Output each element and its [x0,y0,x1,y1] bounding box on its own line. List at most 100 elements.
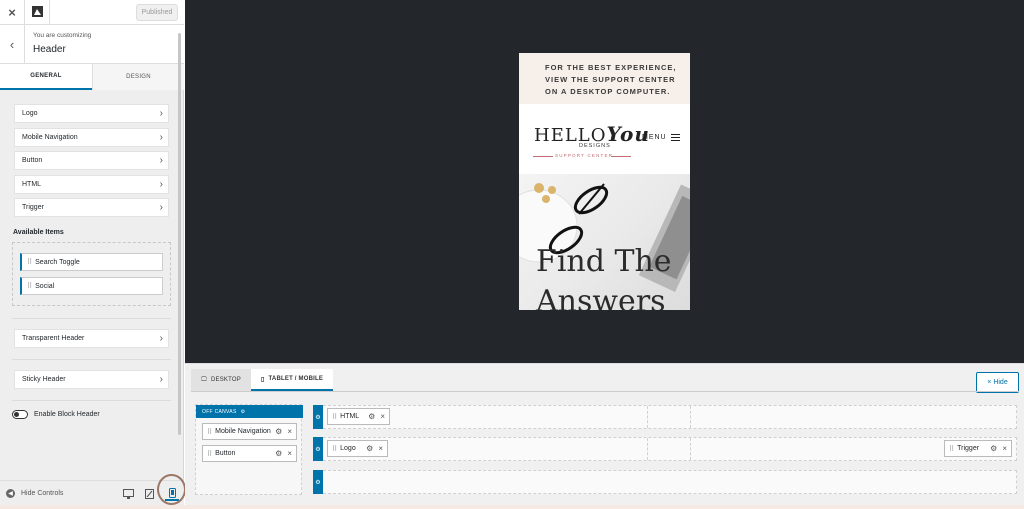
section-mobile-navigation[interactable]: Mobile Navigation › [14,128,169,147]
tab-label: DESKTOP [210,377,241,383]
off-canvas-header[interactable]: OFF CANVAS ⚙ [196,405,303,418]
publish-button[interactable]: Published [136,4,178,21]
divider [12,318,171,319]
section-transparent-header[interactable]: Transparent Header › [14,329,169,348]
collapse-icon: ◀ [6,489,15,498]
device-tablet-button[interactable] [142,487,156,501]
hero-heading-line: Answers [536,284,666,310]
section-html[interactable]: HTML › [14,175,169,194]
device-desktop-button[interactable] [121,487,135,501]
section-label: Trigger [22,204,44,211]
drag-handle-icon[interactable]: ⠿ [27,258,32,266]
column-separator [690,406,691,428]
desktop-notice-banner: FOR THE BEST EXPERIENCE, VIEW THE SUPPOR… [519,53,690,104]
chevron-right-icon: › [159,374,163,385]
hero-image: Find The Answers [519,174,690,310]
section-label: Mobile Navigation [22,134,78,141]
section-sticky-header[interactable]: Sticky Header › [14,370,169,389]
mobile-device-highlight [157,474,186,505]
hide-builder-button[interactable]: × Hide [976,372,1019,393]
remove-icon[interactable]: × [287,427,292,436]
off-canvas-label: OFF CANVAS [202,408,237,415]
toggle-label: Enable Block Header [34,411,100,418]
desktop-icon: 🖵 [201,376,207,383]
off-canvas-area[interactable]: OFF CANVAS ⚙ ⠿ Mobile Navigation ⚙ × ⠿ Button… [195,404,303,495]
off-canvas-item-button[interactable]: ⠿ Button ⚙ × [202,445,297,462]
available-item-search-toggle[interactable]: ⠿ Search Toggle [20,253,163,271]
section-label: HTML [22,181,42,188]
mobile-preview-frame[interactable]: FOR THE BEST EXPERIENCE, VIEW THE SUPPOR… [519,53,690,310]
gear-icon[interactable]: ⚙ [366,444,373,453]
column-separator [647,438,648,460]
chevron-right-icon: › [159,179,163,190]
theme-button[interactable] [25,0,50,25]
section-button[interactable]: Button › [14,151,169,170]
row-settings-gear-icon[interactable]: ⚙ [313,405,323,429]
hamburger-icon [670,134,680,141]
close-icon: × [8,5,16,20]
mobile-menu-trigger[interactable]: MENU [642,134,680,141]
hide-controls-button[interactable]: ◀ Hide Controls [6,489,63,498]
builder-row-top[interactable]: ⚙ ⠿ HTML ⚙ × [313,405,1017,429]
drag-handle-icon[interactable]: ⠿ [207,428,212,436]
section-logo[interactable]: Logo › [14,104,169,123]
remove-icon[interactable]: × [380,412,385,421]
tab-desktop[interactable]: 🖵 DESKTOP [191,369,251,391]
theme-icon [31,4,43,22]
hero-heading-line: Find The [536,244,672,279]
row-settings-gear-icon[interactable]: ⚙ [313,437,323,461]
block-header-toggle[interactable]: Enable Block Header [12,410,100,419]
tab-tablet-mobile[interactable]: ▯ TABLET / MOBILE [251,369,334,391]
customizing-header: ‹ You are customizing Header [0,25,184,64]
row-settings-gear-icon[interactable]: ⚙ [313,470,323,494]
gear-icon[interactable]: ⚙ [275,427,282,436]
customizing-subtitle: You are customizing [33,32,92,39]
item-label: Trigger [957,445,980,452]
sidebar-scrollbar[interactable] [178,33,181,435]
builder-item-trigger[interactable]: ⠿ Trigger ⚙ × [944,440,1012,457]
remove-icon[interactable]: × [1002,444,1007,453]
notice-line: VIEW THE SUPPORT CENTER [545,75,676,84]
section-trigger[interactable]: Trigger › [14,198,169,217]
remove-icon[interactable]: × [378,444,383,453]
gear-icon[interactable]: ⚙ [241,409,246,415]
section-label: Transparent Header [22,335,85,342]
drag-handle-icon[interactable]: ⠿ [207,450,212,458]
logo-support-center: SUPPORT CENTER [555,153,614,158]
customizing-title: Header [33,44,66,55]
available-items-label: Available Items [13,229,64,236]
item-label: Button [215,450,236,457]
chevron-right-icon: › [159,155,163,166]
tablet-icon [144,489,154,499]
item-label: Logo [340,445,356,452]
divider [12,359,171,360]
builder-row-main[interactable]: ⚙ ⠿ Logo ⚙ × ⠿ Trigger ⚙ × [313,437,1017,461]
tab-general[interactable]: GENERAL [0,64,92,90]
drag-handle-icon[interactable]: ⠿ [332,413,337,421]
chevron-right-icon: › [159,108,163,119]
column-separator [647,406,648,428]
available-item-social[interactable]: ⠿ Social [20,277,163,295]
tab-label: TABLET / MOBILE [268,376,324,382]
gear-icon[interactable]: ⚙ [990,444,997,453]
drag-handle-icon[interactable]: ⠿ [27,282,32,290]
drag-handle-icon[interactable]: ⠿ [332,445,337,453]
builder-item-html[interactable]: ⠿ HTML ⚙ × [327,408,390,425]
off-canvas-item-mobile-navigation[interactable]: ⠿ Mobile Navigation ⚙ × [202,423,297,440]
menu-label: MENU [642,134,667,141]
back-button[interactable]: ‹ [0,25,25,63]
tab-design[interactable]: DESIGN [92,64,184,90]
site-preview: FOR THE BEST EXPERIENCE, VIEW THE SUPPOR… [185,0,1024,363]
gear-icon[interactable]: ⚙ [368,412,375,421]
close-customizer-button[interactable]: × [0,0,25,25]
gear-icon[interactable]: ⚙ [275,449,282,458]
chevron-left-icon: ‹ [9,36,15,52]
divider [12,400,171,401]
toggle-switch[interactable] [12,410,28,419]
settings-tabs: GENERAL DESIGN [0,64,184,90]
builder-row-bottom[interactable]: ⚙ [313,470,1017,494]
remove-icon[interactable]: × [287,449,292,458]
mobile-icon: ▯ [261,376,265,383]
builder-item-logo[interactable]: ⠿ Logo ⚙ × [327,440,388,457]
drag-handle-icon[interactable]: ⠿ [949,445,954,453]
